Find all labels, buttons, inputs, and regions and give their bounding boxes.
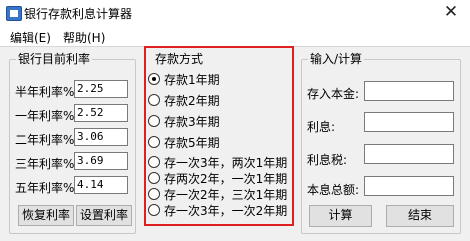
app-icon [6, 6, 22, 21]
interest-tax-label: 利息税: [307, 153, 348, 167]
menu-help[interactable]: 帮助(H) [63, 29, 105, 46]
window-title: 银行存款利息计算器 [24, 7, 133, 21]
principal-label: 存入本金: [307, 87, 360, 101]
rate-label-1-year: 一年利率% [15, 109, 75, 123]
interest-output[interactable] [364, 112, 454, 132]
io-group-title: 输入/计算 [310, 52, 363, 66]
rate-label-2-year: 二年利率% [15, 133, 75, 147]
set-rates-button[interactable]: 设置利率 [76, 205, 132, 226]
close-button[interactable]: ✕ [432, 0, 470, 26]
end-button[interactable]: 结束 [386, 205, 454, 227]
title-bar: 银行存款利息计算器 ✕ [0, 0, 470, 26]
calculate-button[interactable]: 计算 [309, 205, 372, 227]
rate-input-5-year[interactable]: 4.14 [74, 176, 128, 194]
rate-input-1-year[interactable]: 2.52 [74, 104, 128, 122]
highlight-box [144, 46, 294, 226]
menu-edit[interactable]: 编辑(E) [10, 29, 51, 46]
rate-label-5-year: 五年利率% [15, 181, 75, 195]
interest-label: 利息: [307, 120, 336, 134]
rate-label-half-year: 半年利率% [15, 85, 75, 99]
total-label: 本息总额: [307, 183, 360, 197]
total-output[interactable] [364, 176, 454, 196]
restore-rates-button[interactable]: 恢复利率 [18, 205, 74, 226]
rates-group-title: 银行目前利率 [18, 52, 91, 66]
rate-input-half-year[interactable]: 2.25 [74, 80, 128, 98]
interest-tax-output[interactable] [364, 144, 454, 164]
principal-input[interactable] [364, 81, 454, 101]
rate-label-3-year: 三年利率% [15, 157, 75, 171]
menu-bar: 编辑(E) 帮助(H) [0, 26, 470, 47]
rate-input-2-year[interactable]: 3.06 [74, 128, 128, 146]
rate-input-3-year[interactable]: 3.69 [74, 152, 128, 170]
